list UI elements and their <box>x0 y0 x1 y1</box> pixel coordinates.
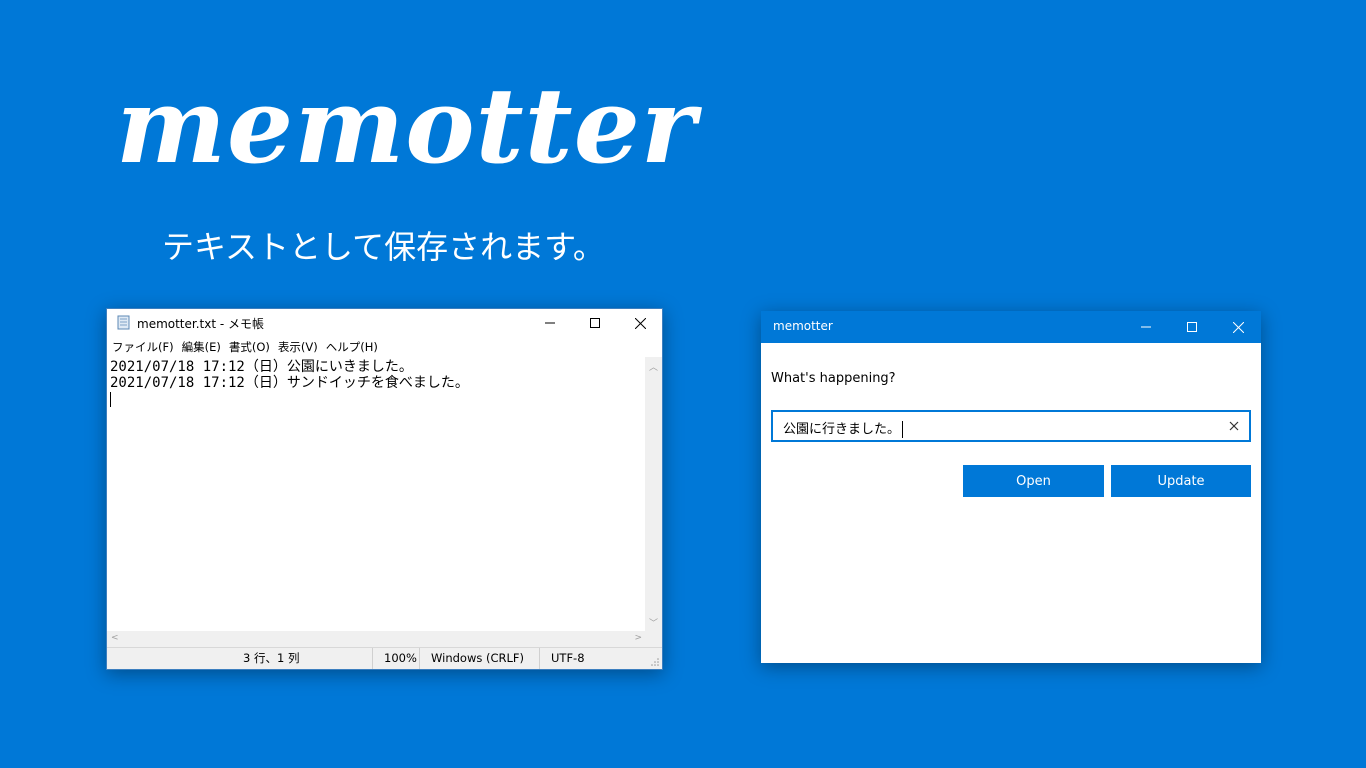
text-caret <box>110 391 111 407</box>
minimize-button[interactable] <box>527 309 573 337</box>
resize-grip-icon[interactable] <box>650 657 660 667</box>
memotter-titlebar[interactable]: memotter <box>761 311 1261 343</box>
memotter-window: memotter What's happening? 公園に行きました。 Ope… <box>761 311 1261 663</box>
tagline: テキストとして保存されます。 <box>162 228 605 266</box>
notepad-app-icon <box>117 315 130 330</box>
open-button[interactable]: Open <box>963 465 1104 497</box>
memotter-maximize-button[interactable] <box>1169 311 1215 343</box>
clear-icon[interactable] <box>1227 417 1241 435</box>
scroll-down-icon[interactable]: ﹀ <box>649 616 658 629</box>
notepad-window: memotter.txt - メモ帳 ファイル(F) 編集(E) 書式(O) 表… <box>106 308 663 670</box>
menu-view[interactable]: 表示(V) <box>278 337 324 357</box>
close-icon <box>1232 321 1244 333</box>
notepad-title: memotter.txt - メモ帳 <box>137 317 265 331</box>
memo-input-value: 公園に行きました。 <box>783 418 904 438</box>
maximize-button[interactable] <box>572 309 618 337</box>
scroll-up-icon[interactable]: ︿ <box>649 360 658 373</box>
close-button[interactable] <box>617 309 663 337</box>
menu-help[interactable]: ヘルプ(H) <box>326 337 384 357</box>
vertical-scrollbar[interactable]: ︿ ﹀ <box>645 357 662 632</box>
minimize-icon <box>545 322 555 324</box>
status-zoom: 100% <box>372 648 422 669</box>
scroll-right-icon[interactable]: > <box>634 633 642 643</box>
memotter-close-button[interactable] <box>1215 311 1261 343</box>
status-bar: 3 行、1 列 100% Windows (CRLF) UTF-8 <box>107 647 662 669</box>
status-position: 3 行、1 列 <box>243 651 300 665</box>
text-line: 2021/07/18 17:12（日）サンドイッチを食べました。 <box>110 375 469 391</box>
text-line: 2021/07/18 17:12（日）公園にいきました。 <box>110 359 413 375</box>
memo-input[interactable]: 公園に行きました。 <box>771 410 1251 442</box>
status-encoding: UTF-8 <box>539 648 639 669</box>
minimize-icon <box>1141 326 1151 328</box>
memotter-title: memotter <box>773 319 833 333</box>
menu-edit[interactable]: 編集(E) <box>182 337 227 357</box>
close-icon <box>634 317 646 329</box>
scroll-corner <box>645 631 662 648</box>
status-line-ending: Windows (CRLF) <box>419 648 539 669</box>
horizontal-scrollbar[interactable]: < > <box>107 631 646 648</box>
maximize-icon <box>1187 322 1197 332</box>
notepad-titlebar[interactable]: memotter.txt - メモ帳 <box>107 309 662 337</box>
menu-file[interactable]: ファイル(F) <box>112 337 180 357</box>
notepad-text-area[interactable]: 2021/07/18 17:12（日）公園にいきました。 2021/07/18 1… <box>107 357 646 631</box>
menu-format[interactable]: 書式(O) <box>229 337 276 357</box>
update-button[interactable]: Update <box>1111 465 1251 497</box>
memotter-minimize-button[interactable] <box>1123 311 1169 343</box>
notepad-menubar: ファイル(F) 編集(E) 書式(O) 表示(V) ヘルプ(H) <box>107 337 662 357</box>
scroll-left-icon[interactable]: < <box>111 633 119 643</box>
memotter-logo: memotter <box>116 64 697 187</box>
maximize-icon <box>590 318 600 328</box>
prompt-label: What's happening? <box>771 371 896 386</box>
